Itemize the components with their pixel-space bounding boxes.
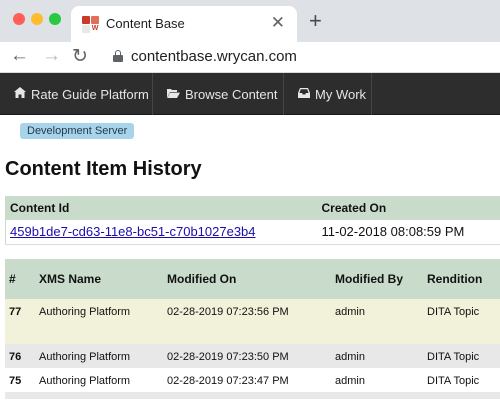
modified-on-cell: 02-28-2019 07:23:56 PM <box>167 306 289 318</box>
window-zoom-dot[interactable] <box>49 13 61 25</box>
inbox-icon <box>298 87 310 101</box>
column-header-modified-by: Modified By <box>335 272 403 286</box>
modified-on-cell: 02-28-2019 07:23:47 PM <box>167 375 289 387</box>
lock-icon[interactable] <box>113 50 123 62</box>
nav-label: My Work <box>315 86 367 102</box>
column-header-created-on: Created On <box>321 201 387 215</box>
rendition-cell: DITA Topic <box>427 306 480 318</box>
site-favicon-icon: W <box>82 16 99 33</box>
column-header-number: # <box>9 272 16 286</box>
xms-name-cell: Authoring Platform <box>39 375 131 387</box>
nav-my-work[interactable]: My Work <box>284 73 372 115</box>
row-number: 75 <box>9 375 22 387</box>
table-row <box>5 392 500 399</box>
table-row: 459b1de7-cd63-11e8-bc51-c70b1027e3b4 11-… <box>5 220 500 244</box>
page-title: Content Item History <box>5 158 202 180</box>
modified-by-cell: admin <box>335 306 365 318</box>
xms-name-cell: Authoring Platform <box>39 351 131 363</box>
modified-by-cell: admin <box>335 375 365 387</box>
row-number: 76 <box>9 351 22 363</box>
back-arrow-icon[interactable]: ← <box>10 45 29 67</box>
folder-open-icon <box>167 88 180 101</box>
reload-icon[interactable]: ↻ <box>72 45 88 68</box>
table-row[interactable]: 75 Authoring Platform 02-28-2019 07:23:4… <box>5 368 500 392</box>
table-header-row: # XMS Name Modified On Modified By Rendi… <box>5 259 500 299</box>
column-header-content-id: Content Id <box>10 201 70 215</box>
nav-browse-content[interactable]: Browse Content <box>153 73 284 115</box>
server-badge: Development Server <box>20 123 135 139</box>
content-info-table: Content Id Created On 459b1de7-cd63-11e8… <box>5 196 500 245</box>
row-number: 77 <box>9 306 22 318</box>
plus-icon[interactable]: + <box>309 10 322 32</box>
browser-tab[interactable]: W Content Base ✕ <box>71 6 297 42</box>
table-row[interactable]: 77 Authoring Platform 02-28-2019 07:23:5… <box>5 299 500 344</box>
rendition-cell: DITA Topic <box>427 375 480 387</box>
nav-label: Rate Guide Platform <box>31 86 149 102</box>
nav-label: Browse Content <box>185 86 278 102</box>
rendition-cell: DITA Topic <box>427 351 480 363</box>
nav-rate-guide-platform[interactable]: Rate Guide Platform <box>0 73 153 115</box>
xms-name-cell: Authoring Platform <box>39 306 131 318</box>
column-header-modified-on: Modified On <box>167 272 237 286</box>
column-header-rendition: Rendition <box>427 272 483 286</box>
table-header-row: Content Id Created On <box>5 196 500 220</box>
created-on-value: 11-02-2018 08:08:59 PM <box>321 224 465 240</box>
window-close-dot[interactable] <box>13 13 25 25</box>
browser-toolbar: ← → ↻ contentbase.wrycan.com <box>0 42 500 73</box>
app-navbar: Rate Guide Platform Browse Content My Wo… <box>0 73 500 115</box>
column-header-xms-name: XMS Name <box>39 272 102 286</box>
home-icon <box>14 87 26 101</box>
history-table: # XMS Name Modified On Modified By Rendi… <box>5 259 500 399</box>
modified-by-cell: admin <box>335 351 365 363</box>
close-icon[interactable]: ✕ <box>271 13 285 33</box>
modified-on-cell: 02-28-2019 07:23:50 PM <box>167 351 289 363</box>
window-minimize-dot[interactable] <box>31 13 43 25</box>
table-row[interactable]: 76 Authoring Platform 02-28-2019 07:23:5… <box>5 344 500 368</box>
browser-tab-bar: W Content Base ✕ + <box>0 0 500 42</box>
forward-arrow-icon[interactable]: → <box>42 45 61 67</box>
address-bar[interactable]: contentbase.wrycan.com <box>131 48 297 65</box>
content-id-link[interactable]: 459b1de7-cd63-11e8-bc51-c70b1027e3b4 <box>10 224 256 239</box>
tab-title: Content Base <box>106 16 185 31</box>
